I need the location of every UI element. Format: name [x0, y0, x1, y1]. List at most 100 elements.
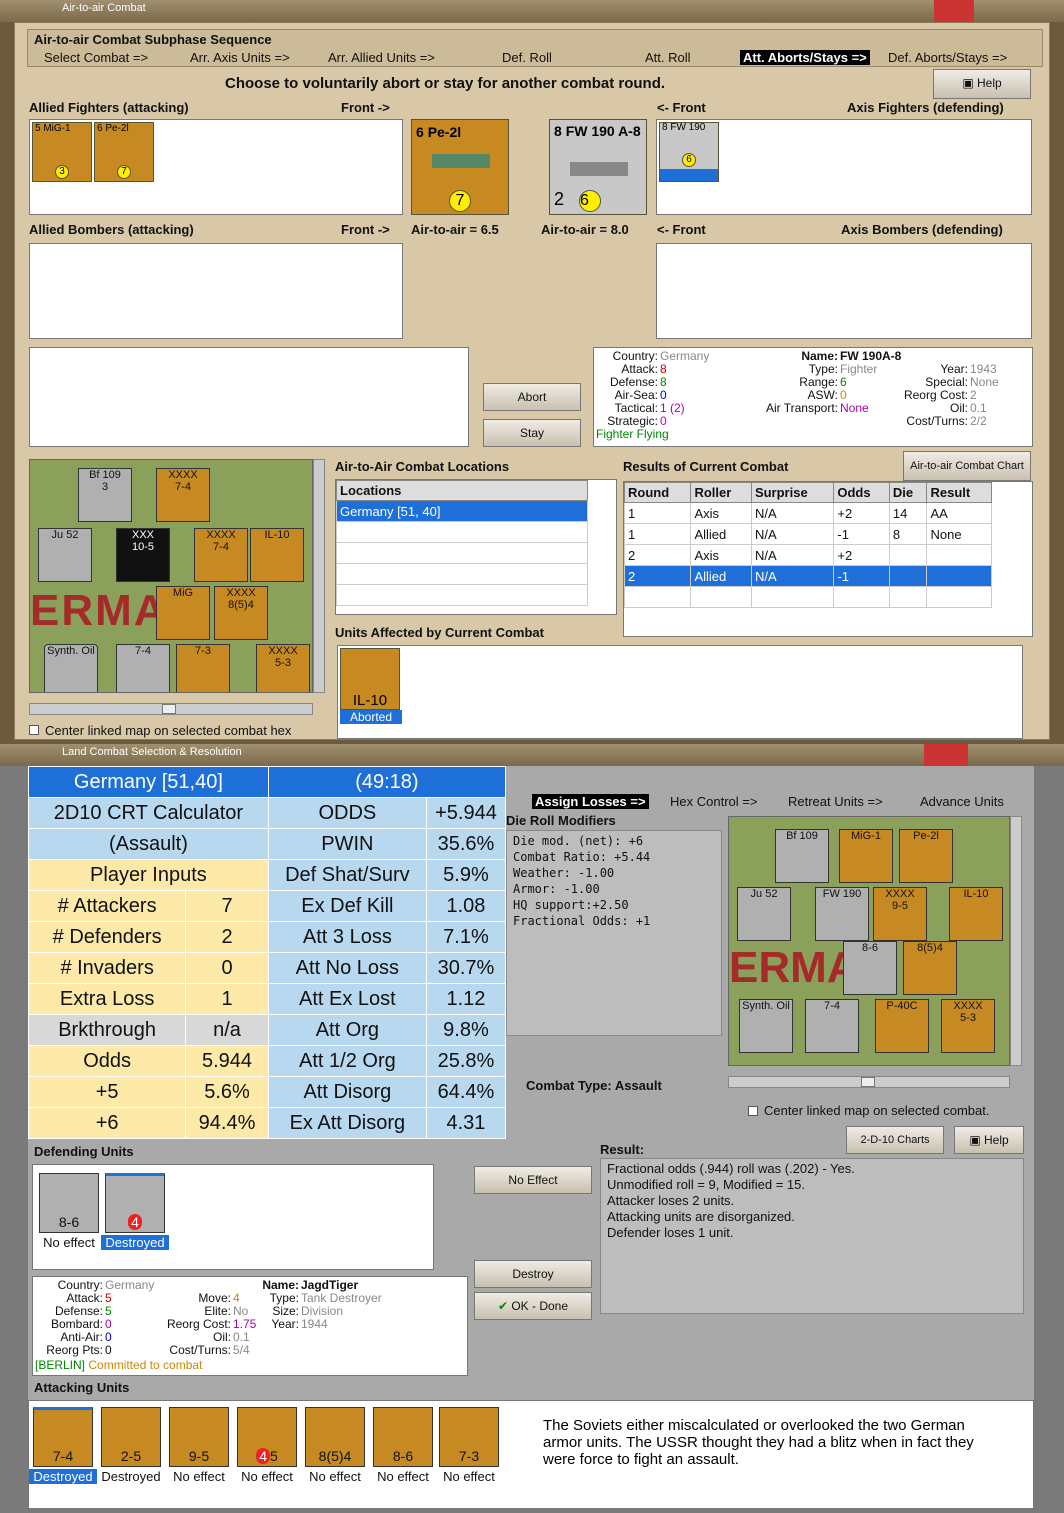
map-unit-mig[interactable]: MiG: [156, 586, 210, 640]
affected-status: Aborted: [340, 710, 402, 724]
locations-header: Locations: [336, 480, 588, 501]
axis-bombers-label: Axis Bombers (defending): [841, 222, 1003, 237]
selected-axis-unit[interactable]: 8 FW 190 A-8 2 6: [549, 119, 647, 215]
abort-button[interactable]: Abort: [483, 383, 581, 411]
plane-icon: [432, 154, 490, 168]
center-map-checkbox[interactable]: [29, 725, 39, 735]
air-map[interactable]: Bf 109 3 XXXX 7-4 Ju 52 XXX 10-5 XXXX 7-4 IL…: [29, 459, 313, 693]
map2-mig1[interactable]: MiG-1: [839, 829, 893, 883]
affected-unit-il10[interactable]: IL-10: [340, 648, 400, 710]
map-unit-73[interactable]: 7-3: [176, 644, 230, 692]
selected-allied-unit[interactable]: 6 Pe-2l 7: [411, 119, 509, 215]
att-unit-1st-arm[interactable]: 8-6: [373, 1407, 433, 1467]
map2-854[interactable]: 8(5)4: [903, 941, 957, 995]
combat-type: Combat Type: Assault: [526, 1078, 662, 1093]
map2-hscrollbar[interactable]: [728, 1076, 1010, 1088]
land-combat-window: Land Combat Selection & Resolution Germa…: [0, 744, 1064, 1513]
att-unit-status: No effect: [443, 1469, 495, 1484]
german-flag-icon: [924, 744, 968, 766]
allied-fighters-list[interactable]: 5 MiG-1 3 6 Pe-2l 7: [29, 119, 403, 215]
affected-title: Units Affected by Current Combat: [335, 625, 544, 640]
map-synth-oil[interactable]: Synth. Oil: [44, 644, 98, 692]
att-unit-2nd-gd[interactable]: 9-5: [169, 1407, 229, 1467]
map-vscrollbar[interactable]: [313, 459, 325, 693]
map2-53[interactable]: XXXX 5-3: [941, 999, 995, 1053]
map2-95[interactable]: XXXX 9-5: [873, 887, 927, 941]
result-row: 1 Axis N/A +2 14 AA: [623, 502, 992, 524]
map-unit-74[interactable]: XXXX 7-4: [194, 528, 248, 582]
map-unit-53[interactable]: XXXX 5-3: [256, 644, 310, 692]
map2-pe2l[interactable]: Pe-2l: [899, 829, 953, 883]
seq-att-roll[interactable]: Att. Roll: [645, 50, 691, 65]
soviet-flag-icon: [934, 0, 974, 22]
seq-retreat[interactable]: Retreat Units =>: [788, 794, 883, 809]
axis-bombers-list[interactable]: [656, 243, 1032, 339]
result-row: 2 Axis N/A +2: [623, 544, 992, 566]
seq-advance[interactable]: Advance Units: [920, 794, 1004, 809]
ok-done-button[interactable]: ✔ OK - Done: [474, 1292, 592, 1320]
map-unit-grey74[interactable]: 7-4: [116, 644, 170, 692]
seq-att-aborts[interactable]: Att. Aborts/Stays =>: [740, 50, 870, 65]
drm-box: Die mod. (net): +6 Combat Ratio: +5.44 Wea…: [506, 830, 722, 1036]
unit-location: [BERLIN]: [35, 1358, 86, 1372]
destroy-button[interactable]: Destroy: [474, 1260, 592, 1288]
map-unit-il10[interactable]: IL-10: [250, 528, 304, 582]
affected-units-list[interactable]: IL-10 Aborted: [337, 645, 1023, 739]
seq-select-combat[interactable]: Select Combat =>: [44, 50, 148, 65]
map-unit-xxxx[interactable]: XXXX 7-4: [156, 468, 210, 522]
ata-axis-value: Air-to-air = 8.0: [541, 222, 629, 237]
map2-bf109[interactable]: Bf 109: [775, 829, 829, 883]
def-unit-xlvii[interactable]: 8-6: [39, 1173, 99, 1233]
location-row[interactable]: Germany [51, 40]: [336, 500, 588, 522]
unit-fw190-small[interactable]: 8 FW 190 6: [659, 122, 719, 182]
no-effect-button[interactable]: No Effect: [474, 1166, 592, 1194]
unit-mig1[interactable]: 5 MiG-1 3: [32, 122, 92, 182]
map-unit-bf109[interactable]: Bf 109 3: [78, 468, 132, 522]
map2-synth-oil[interactable]: Synth. Oil: [739, 999, 793, 1053]
front-right-label-2: Front ->: [341, 222, 390, 237]
locations-list[interactable]: Locations Germany [51, 40]: [335, 479, 617, 615]
def-unit-jagdtiger[interactable]: 4: [105, 1173, 165, 1233]
help-button-2[interactable]: ▣ Help: [954, 1126, 1024, 1154]
seq-def-aborts[interactable]: Def. Aborts/Stays =>: [888, 50, 1007, 65]
att-unit-16th[interactable]: 7-4: [33, 1407, 93, 1467]
att-unit-status: Destroyed: [101, 1469, 161, 1484]
defending-title: Defending Units: [34, 1144, 134, 1159]
map2-p40c[interactable]: P-40C: [875, 999, 929, 1053]
defending-units-list[interactable]: 8-6 No effect 4 Destroyed: [32, 1164, 434, 1270]
map-unit-black[interactable]: XXX 10-5: [116, 528, 170, 582]
air-combat-window: Air-to-air Combat Air-to-air Combat Subp…: [0, 0, 1064, 742]
crt-calculator: Germany [51,40] (49:18) 2D10 CRT Calculat…: [27, 766, 507, 1139]
map2-ju52[interactable]: Ju 52: [737, 887, 791, 941]
map-hscrollbar[interactable]: [29, 703, 313, 715]
seq-def-roll[interactable]: Def. Roll: [502, 50, 552, 65]
stay-button[interactable]: Stay: [483, 419, 581, 447]
att-unit-status: No effect: [377, 1469, 429, 1484]
seq-hex-control[interactable]: Hex Control =>: [670, 794, 757, 809]
allied-bombers-list[interactable]: [29, 243, 403, 339]
att-unit-7th-gd[interactable]: 7-3: [439, 1407, 499, 1467]
map-unit-ju52[interactable]: Ju 52: [38, 528, 92, 582]
air-chart-button[interactable]: Air-to-air Combat Chart: [903, 451, 1031, 481]
help-button[interactable]: ▣ Help: [933, 69, 1031, 99]
charts-button[interactable]: 2-D-10 Charts: [846, 1126, 944, 1154]
ok-label: OK - Done: [511, 1299, 569, 1313]
att-unit-1st-gds[interactable]: 2-5: [101, 1407, 161, 1467]
map2-il10[interactable]: IL-10: [949, 887, 1003, 941]
seq-arr-axis[interactable]: Arr. Axis Units =>: [190, 50, 290, 65]
map2-vscrollbar[interactable]: [1010, 816, 1022, 1066]
seq-arr-allied[interactable]: Arr. Allied Units =>: [328, 50, 435, 65]
land-map[interactable]: Bf 109 MiG-1 Pe-2l Ju 52 FW 190 XXXX 9-5 …: [728, 816, 1010, 1066]
map2-fw190[interactable]: FW 190: [815, 887, 869, 941]
axis-fighters-list[interactable]: 8 FW 190 6: [656, 119, 1032, 215]
center-map2-checkbox[interactable]: [748, 1106, 758, 1116]
def-unit-status: No effect: [43, 1235, 95, 1250]
map2-xlvii[interactable]: 8-6: [843, 941, 897, 995]
map-unit-854[interactable]: XXXX 8(5)4: [214, 586, 268, 640]
map2-74[interactable]: 7-4: [805, 999, 859, 1053]
attacking-units-list[interactable]: 7-4 Destroyed 2-5 Destroyed 9-5 No effec…: [28, 1400, 1034, 1509]
unit-pe2l-small[interactable]: 6 Pe-2l 7: [94, 122, 154, 182]
seq-assign-losses[interactable]: Assign Losses =>: [532, 794, 649, 809]
att-unit-jsu122[interactable]: 45: [237, 1407, 297, 1467]
att-unit-zhukov[interactable]: 8(5)4: [305, 1407, 365, 1467]
